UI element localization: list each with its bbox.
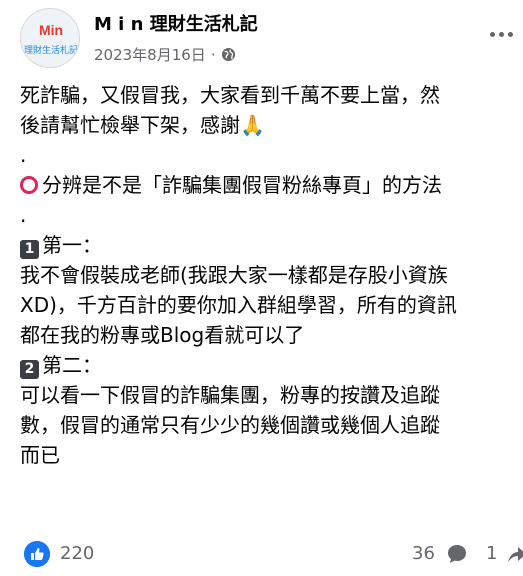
- post-line: 我不會假裝成老師(我跟大家一樣都是存股小資族: [20, 263, 448, 287]
- globe-icon: [221, 47, 235, 62]
- post-line: 而已: [20, 443, 60, 467]
- post-line: .: [20, 203, 27, 227]
- meta-separator: ·: [210, 45, 216, 64]
- post-line: 後請幫忙檢舉下架，感謝🙏: [20, 113, 265, 137]
- keycap-2-icon: 2: [20, 360, 39, 379]
- like-count[interactable]: 220: [60, 543, 94, 564]
- reactions-bar: 220 36 1: [0, 535, 523, 575]
- post-line: 死詐騙，又假冒我，大家看到千萬不要上當，然: [20, 83, 440, 107]
- post-date[interactable]: 2023年8月16日: [94, 44, 206, 65]
- comment-count[interactable]: 36: [412, 543, 435, 564]
- like-icon[interactable]: [24, 541, 50, 567]
- post-header: Min 理財生活札記 M i n 理財生活札記 2023年8月16日 ·: [0, 0, 523, 80]
- comment-icon[interactable]: [444, 541, 470, 567]
- post-line: .: [20, 143, 27, 167]
- post-body: 死詐騙，又假冒我，大家看到千萬不要上當，然 後請幫忙檢舉下架，感謝🙏 . 分辨是…: [20, 80, 523, 470]
- post-line: 都在我的粉專或Blog看就可以了: [20, 323, 305, 347]
- share-icon[interactable]: [504, 541, 523, 567]
- post-line: 2 第二：: [20, 350, 523, 380]
- keycap-1-icon: 1: [20, 240, 39, 259]
- author-name[interactable]: M i n 理財生活札記: [94, 10, 258, 36]
- post-line: 1 第一：: [20, 230, 523, 260]
- avatar[interactable]: Min 理財生活札記: [20, 8, 80, 68]
- more-options-icon[interactable]: [487, 24, 515, 44]
- post-line: 可以看一下假冒的詐騙集團，粉專的按讚及追蹤: [20, 383, 440, 407]
- post-line: XD)，千方百計的要你加入群組學習，所有的資訊: [20, 293, 457, 317]
- avatar-text-bottom: 理財生活札記: [24, 44, 78, 56]
- avatar-text-top: Min: [39, 22, 63, 38]
- post-line: 數，假冒的通常只有少少的幾個讚或幾個人追蹤: [20, 413, 440, 437]
- post-meta: 2023年8月16日 ·: [94, 44, 236, 65]
- pray-icon: 🙏: [240, 113, 265, 137]
- post-line: 分辨是不是「詐騙集團假冒粉絲專頁」的方法: [20, 170, 523, 200]
- share-count[interactable]: 1: [486, 543, 497, 564]
- red-circle-icon: [20, 176, 38, 194]
